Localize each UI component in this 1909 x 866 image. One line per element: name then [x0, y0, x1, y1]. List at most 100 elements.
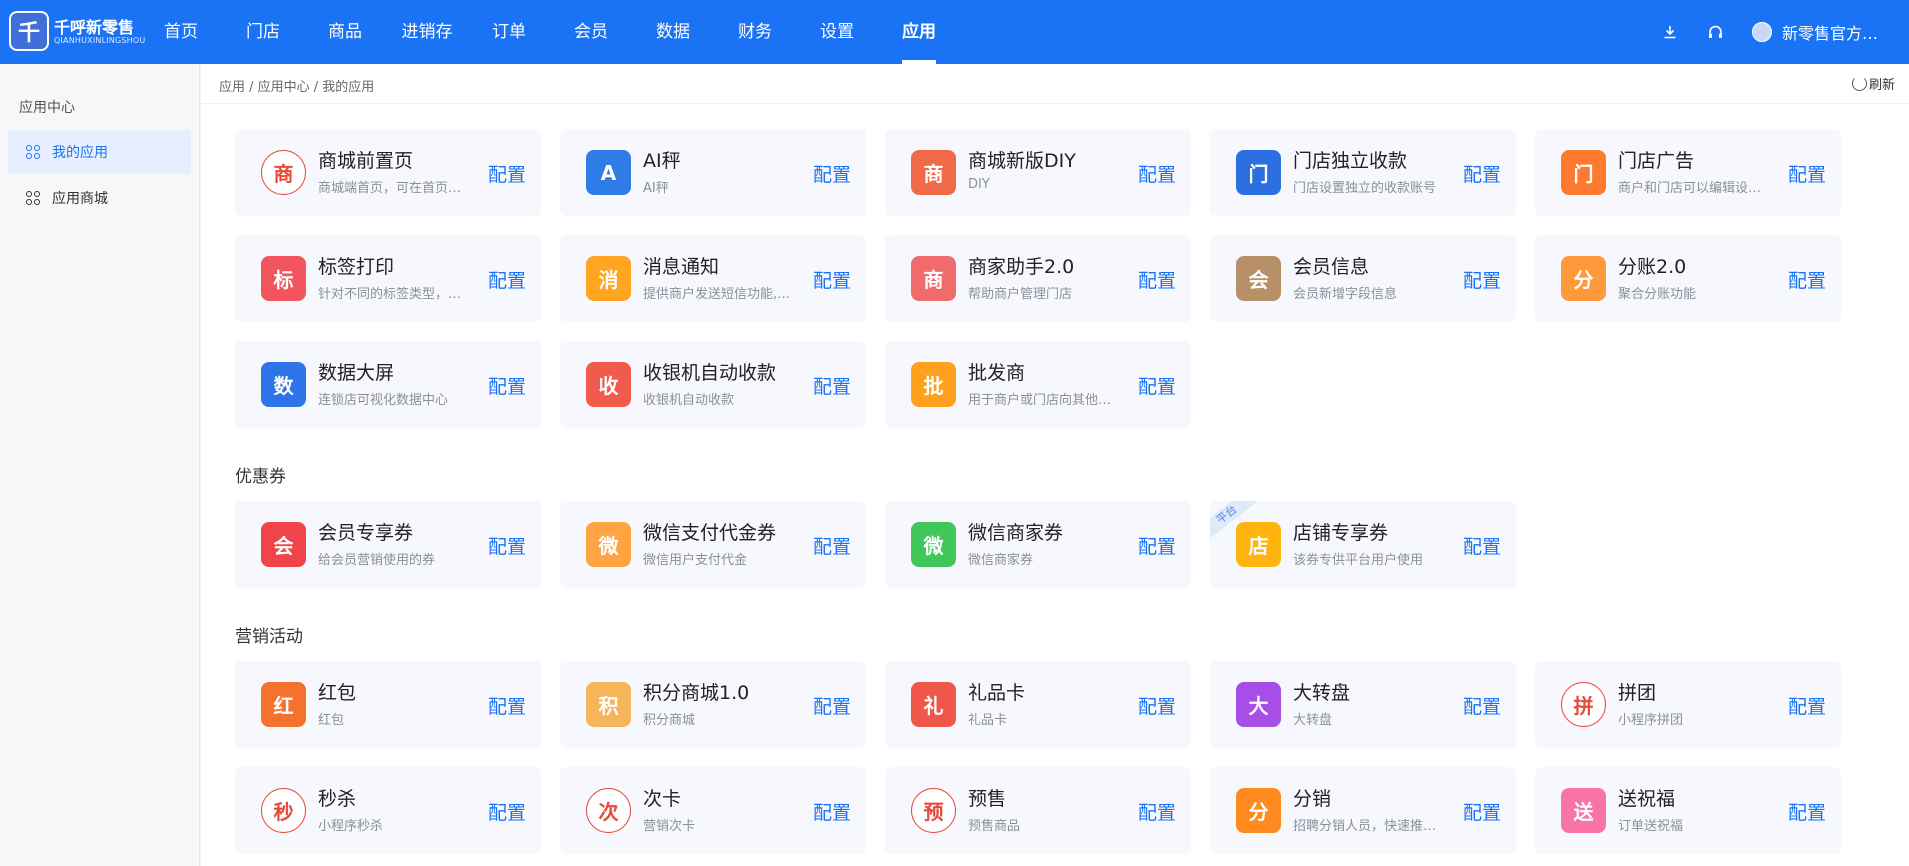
wheel-icon: 大: [1236, 682, 1281, 727]
app-logo[interactable]: 千 千呼新零售 QIANHUXINLINGSHOU: [9, 11, 145, 51]
app-card[interactable]: 商商城前置页 商城端首页，可在首页… 配置: [235, 129, 541, 216]
config-button[interactable]: 配置: [1463, 692, 1501, 719]
config-button[interactable]: 配置: [1788, 160, 1826, 187]
app-card[interactable]: A AI秤 AI秤 配置: [560, 129, 866, 216]
app-description: AI秤: [643, 181, 669, 196]
config-button[interactable]: 配置: [488, 692, 526, 719]
flash-sale-icon: 秒: [261, 788, 306, 833]
config-button[interactable]: 配置: [813, 798, 851, 825]
apps-grid-icon: [26, 145, 40, 159]
app-card[interactable]: 标标签打印针对不同的标签类型，增加商… 配置: [235, 235, 541, 322]
app-description: 用于商户或门店向其他…: [968, 393, 1112, 408]
config-button[interactable]: 配置: [813, 372, 851, 399]
nav-item[interactable]: 订单: [468, 0, 550, 64]
app-card[interactable]: 大大转盘 大转盘 配置: [1210, 661, 1516, 748]
app-card[interactable]: 消消息通知 提供商户发送短信功能,… 配置: [560, 235, 866, 322]
app-description: 小程序拼团: [1618, 713, 1684, 728]
app-name: 积分商城1.0: [643, 682, 750, 704]
app-name: 数据大屏: [318, 362, 395, 384]
config-button[interactable]: 配置: [813, 160, 851, 187]
config-button[interactable]: 配置: [1788, 266, 1826, 293]
nav-item[interactable]: 设置: [796, 0, 878, 64]
refresh-button[interactable]: 刷新: [1851, 74, 1895, 93]
app-card[interactable]: 微微信商家券 微信商家券 配置: [885, 501, 1191, 588]
config-button[interactable]: 配置: [813, 266, 851, 293]
nav-item[interactable]: 数据: [632, 0, 714, 64]
app-description: 针对不同的标签类型，增加商…: [318, 287, 473, 302]
config-button[interactable]: 配置: [1463, 798, 1501, 825]
presale-icon: 预: [911, 788, 956, 833]
refresh-label: 刷新: [1868, 78, 1895, 93]
app-card[interactable]: 拼拼团 小程序拼团 配置: [1535, 661, 1841, 748]
cashier-icon: 收: [586, 362, 631, 407]
app-name: 微信支付代金券: [643, 522, 777, 544]
config-button[interactable]: 配置: [813, 532, 851, 559]
app-description: 招聘分销人员，快速推…: [1293, 819, 1437, 834]
section-title: 营销活动: [235, 627, 303, 647]
app-card[interactable]: 次次卡 营销次卡 配置: [560, 767, 866, 854]
config-button[interactable]: 配置: [1138, 798, 1176, 825]
config-button[interactable]: 配置: [488, 532, 526, 559]
app-card[interactable]: 礼礼品卡 礼品卡 配置: [885, 661, 1191, 748]
download-icon[interactable]: [1658, 20, 1682, 44]
app-card[interactable]: 微微信支付代金券 微信用户支付代金 配置: [560, 501, 866, 588]
config-button[interactable]: 配置: [1788, 798, 1826, 825]
app-card[interactable]: 分分账2.0 聚合分账功能 配置: [1535, 235, 1841, 322]
app-card[interactable]: 积积分商城1.0 积分商城 配置: [560, 661, 866, 748]
config-button[interactable]: 配置: [488, 372, 526, 399]
nav-item[interactable]: 应用: [878, 0, 960, 64]
config-button[interactable]: 配置: [1463, 266, 1501, 293]
app-card[interactable]: 送送祝福 订单送祝福 配置: [1535, 767, 1841, 854]
apps-scroll-area[interactable]: 基础应用商商城前置页商城端首页，可在首页…配置AAI秤AI秤配置商商城新版DIY…: [201, 105, 1909, 866]
app-card[interactable]: 预预售 预售商品 配置: [885, 767, 1191, 854]
app-description: 微信商家券: [968, 553, 1034, 568]
nav-item[interactable]: 门店: [222, 0, 304, 64]
app-card[interactable]: 红红包 红包 配置: [235, 661, 541, 748]
config-button[interactable]: 配置: [1138, 266, 1176, 293]
app-card[interactable]: 批批发商 用于商户或门店向其他… 配置: [885, 341, 1191, 428]
app-card[interactable]: 会会员专享券 给会员营销使用的券 配置: [235, 501, 541, 588]
config-button[interactable]: 配置: [1138, 692, 1176, 719]
store-coupon-icon: 店: [1236, 522, 1281, 567]
nav-item[interactable]: 会员: [550, 0, 632, 64]
member-info-icon: 会: [1236, 256, 1281, 301]
app-card[interactable]: 秒秒杀 小程序秒杀 配置: [235, 767, 541, 854]
config-button[interactable]: 配置: [1138, 160, 1176, 187]
app-card[interactable]: 收收银机自动收款 收银机自动收款 配置: [560, 341, 866, 428]
app-card[interactable]: 商商城新版DIY DIY 配置: [885, 129, 1191, 216]
app-name: 会员专享券: [318, 522, 414, 544]
nav-item[interactable]: 商品: [304, 0, 386, 64]
app-card[interactable]: 门门店独立收款 门店设置独立的收款账号 配置: [1210, 129, 1516, 216]
member-coupon-icon: 会: [261, 522, 306, 567]
headset-icon[interactable]: [1703, 20, 1727, 44]
app-card[interactable]: 门门店广告 商户和门店可以编辑设… 配置: [1535, 129, 1841, 216]
nav-item[interactable]: 财务: [714, 0, 796, 64]
app-card[interactable]: 会会员信息 会员新增字段信息 配置: [1210, 235, 1516, 322]
config-button[interactable]: 配置: [1463, 532, 1501, 559]
wholesale-icon: 批: [911, 362, 956, 407]
config-button[interactable]: 配置: [488, 266, 526, 293]
config-button[interactable]: 配置: [1138, 372, 1176, 399]
config-button[interactable]: 配置: [1463, 160, 1501, 187]
sidebar-item-label: 我的应用: [52, 145, 108, 161]
config-button[interactable]: 配置: [1138, 532, 1176, 559]
nav-item[interactable]: 首页: [140, 0, 222, 64]
sidebar-item-my-apps[interactable]: 我的应用: [8, 130, 191, 174]
config-button[interactable]: 配置: [488, 160, 526, 187]
app-name: 送祝福: [1618, 788, 1676, 810]
apps-grid-icon: [26, 191, 40, 205]
app-name: 预售: [968, 788, 1007, 810]
config-button[interactable]: 配置: [1788, 692, 1826, 719]
sidebar-item-label: 应用商城: [52, 191, 108, 207]
app-card[interactable]: 平台店店铺专享券 该券专供平台用户使用 配置: [1210, 501, 1516, 588]
config-button[interactable]: 配置: [488, 798, 526, 825]
user-menu[interactable]: 新零售官方…: [1752, 19, 1878, 45]
points-mall-icon: 积: [586, 682, 631, 727]
app-name: 消息通知: [643, 256, 720, 278]
app-card[interactable]: 商商家助手2.0 帮助商户管理门店 配置: [885, 235, 1191, 322]
sidebar-item-app-store[interactable]: 应用商城: [8, 176, 191, 220]
nav-item[interactable]: 进销存: [386, 0, 468, 64]
app-card[interactable]: 分分销 招聘分销人员，快速推… 配置: [1210, 767, 1516, 854]
config-button[interactable]: 配置: [813, 692, 851, 719]
app-card[interactable]: 数数据大屏 连锁店可视化数据中心 配置: [235, 341, 541, 428]
